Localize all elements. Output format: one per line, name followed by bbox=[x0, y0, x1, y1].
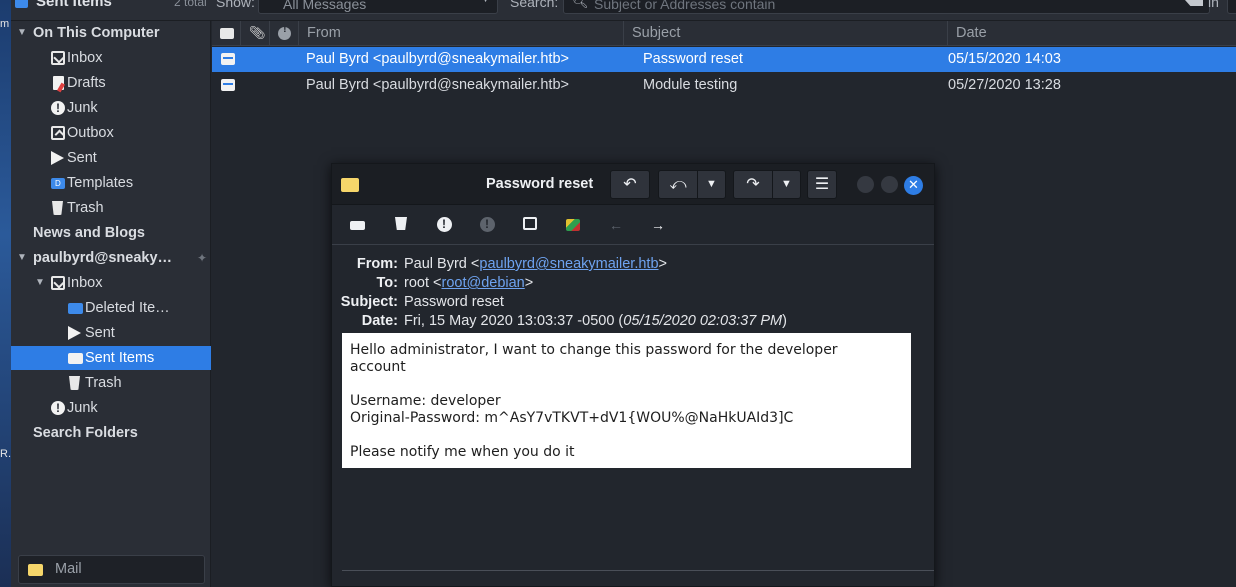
header-to: To: root <root@debian> bbox=[376, 275, 534, 291]
sent-icon bbox=[68, 326, 81, 340]
minimize-button[interactable] bbox=[857, 176, 874, 193]
importance-icon bbox=[278, 23, 291, 40]
message-toolbar: ← → bbox=[332, 205, 934, 245]
message-body: Hello administrator, I want to change th… bbox=[342, 333, 911, 468]
folder-icon bbox=[68, 303, 83, 314]
tree-section-news-blogs[interactable]: News and Blogs bbox=[11, 221, 211, 245]
read-status-icon bbox=[221, 53, 235, 65]
reply-button[interactable]: ↶ bbox=[610, 170, 650, 199]
junk-icon bbox=[51, 96, 65, 120]
junk-icon bbox=[51, 396, 65, 420]
next-message-icon[interactable]: → bbox=[650, 217, 666, 233]
tree-section-account[interactable]: ▼ paulbyrd@sneaky… ✦ bbox=[11, 246, 211, 270]
desktop-edge-text: m bbox=[0, 18, 10, 30]
inbox-icon bbox=[51, 276, 65, 290]
inbox-icon bbox=[51, 51, 65, 65]
account-folder-sent[interactable]: Sent bbox=[11, 321, 211, 345]
expand-arrow-icon[interactable]: ▼ bbox=[17, 246, 27, 270]
sent-icon bbox=[51, 151, 64, 165]
templates-icon bbox=[51, 172, 65, 196]
folder-icon bbox=[15, 0, 28, 9]
column-status[interactable] bbox=[212, 21, 241, 46]
chevron-down-icon: ▼ bbox=[480, 0, 491, 5]
mail-app-icon bbox=[341, 178, 359, 192]
message-divider bbox=[342, 570, 934, 571]
clear-search-icon[interactable] bbox=[1185, 0, 1203, 6]
mail-switcher-button[interactable]: Mail bbox=[18, 555, 205, 584]
message-window: Password reset ↶ ⤺ ▼ ↷ ▼ ☰ ✕ ← → From: P… bbox=[331, 163, 935, 587]
message-window-titlebar: Password reset ↶ ⤺ ▼ ↷ ▼ ☰ ✕ bbox=[332, 164, 934, 205]
folder-drafts[interactable]: Drafts bbox=[11, 71, 211, 95]
column-date[interactable]: Date bbox=[948, 21, 1236, 46]
trash-icon bbox=[69, 376, 80, 390]
envelope-icon bbox=[220, 28, 234, 39]
message-window-title: Password reset bbox=[486, 176, 594, 192]
search-scope-select[interactable] bbox=[1227, 0, 1236, 14]
message-total: 2 total bbox=[174, 0, 207, 9]
account-folder-sent-items[interactable]: Sent Items bbox=[11, 346, 211, 370]
not-junk-icon[interactable] bbox=[480, 216, 495, 232]
column-importance[interactable] bbox=[270, 21, 299, 46]
folder-icon bbox=[68, 353, 83, 364]
reply-all-menu-button[interactable]: ▼ bbox=[697, 170, 726, 199]
tree-section-on-this-computer[interactable]: ▼ On This Computer bbox=[11, 21, 211, 45]
column-from[interactable]: From bbox=[299, 21, 624, 46]
trash-icon bbox=[52, 201, 63, 215]
account-folder-deleted-items[interactable]: Deleted Ite… bbox=[11, 296, 211, 320]
desktop-edge-text-bottom: R. bbox=[0, 448, 11, 460]
mail-icon bbox=[28, 564, 43, 576]
paperclip-icon: 📎︎ bbox=[249, 25, 266, 40]
search-input[interactable]: 🔍︎ Subject or Addresses contain bbox=[563, 0, 1210, 14]
drafts-icon bbox=[53, 76, 64, 90]
reply-all-button[interactable]: ⤺ bbox=[658, 170, 698, 199]
account-folder-inbox[interactable]: ▼ Inbox bbox=[11, 271, 211, 295]
expand-arrow-icon[interactable]: ▼ bbox=[17, 21, 27, 45]
search-scope-label: in bbox=[1208, 0, 1219, 10]
folder-trash[interactable]: Trash bbox=[11, 196, 211, 220]
delete-icon[interactable] bbox=[395, 217, 407, 230]
forward-button[interactable]: ↷ bbox=[733, 170, 773, 199]
current-folder-title: Sent Items bbox=[15, 0, 112, 10]
folder-sent[interactable]: Sent bbox=[11, 146, 211, 170]
previous-message-icon[interactable]: ← bbox=[608, 217, 624, 233]
expand-arrow-icon[interactable]: ▼ bbox=[35, 271, 45, 295]
folder-inbox[interactable]: Inbox bbox=[11, 46, 211, 70]
account-folder-trash[interactable]: Trash bbox=[11, 371, 211, 395]
archive-icon[interactable] bbox=[523, 217, 537, 230]
search-icon: 🔍︎ bbox=[572, 0, 589, 9]
print-icon[interactable] bbox=[350, 221, 365, 230]
header-subject: Subject: Password reset bbox=[340, 294, 504, 310]
column-subject[interactable]: Subject bbox=[624, 21, 948, 46]
folder-header-bar: Sent Items 2 total Show: All Messages ▼ … bbox=[11, 0, 1236, 21]
read-status-icon bbox=[221, 79, 235, 91]
header-date: Date: Fri, 15 May 2020 13:03:37 -0500 (0… bbox=[361, 313, 787, 329]
folder-junk[interactable]: Junk bbox=[11, 96, 211, 120]
forward-menu-button[interactable]: ▼ bbox=[772, 170, 801, 199]
maximize-button[interactable] bbox=[881, 176, 898, 193]
from-email-link[interactable]: paulbyrd@sneakymailer.htb bbox=[479, 256, 658, 272]
folder-tree: ▼ On This Computer Inbox Drafts Junk Out… bbox=[11, 21, 211, 587]
apply-filter-icon[interactable] bbox=[566, 219, 580, 231]
folder-outbox[interactable]: Outbox bbox=[11, 121, 211, 145]
to-email-link[interactable]: root@debian bbox=[441, 275, 524, 291]
search-label: Search: bbox=[510, 0, 559, 10]
show-label: Show: bbox=[216, 0, 255, 10]
account-folder-junk[interactable]: Junk bbox=[11, 396, 211, 420]
menu-button[interactable]: ☰ bbox=[807, 170, 837, 199]
folder-templates[interactable]: Templates bbox=[11, 171, 211, 196]
mark-junk-icon[interactable] bbox=[437, 216, 452, 232]
message-row[interactable]: Paul Byrd <paulbyrd@sneakymailer.htb> Mo… bbox=[212, 73, 1236, 98]
desktop-background-strip: m R. bbox=[0, 0, 11, 587]
message-row[interactable]: Paul Byrd <paulbyrd@sneakymailer.htb> Pa… bbox=[212, 47, 1236, 72]
column-attachment[interactable]: 📎︎ bbox=[241, 21, 270, 46]
message-list-header: 📎︎ From Subject Date bbox=[212, 21, 1236, 46]
close-button[interactable]: ✕ bbox=[904, 176, 923, 195]
account-status-icon: ✦ bbox=[196, 251, 207, 265]
tree-section-search-folders[interactable]: Search Folders bbox=[11, 421, 211, 445]
outbox-icon bbox=[51, 126, 65, 140]
header-from: From: Paul Byrd <paulbyrd@sneakymailer.h… bbox=[356, 256, 667, 272]
show-filter-select[interactable]: All Messages ▼ bbox=[258, 0, 498, 14]
